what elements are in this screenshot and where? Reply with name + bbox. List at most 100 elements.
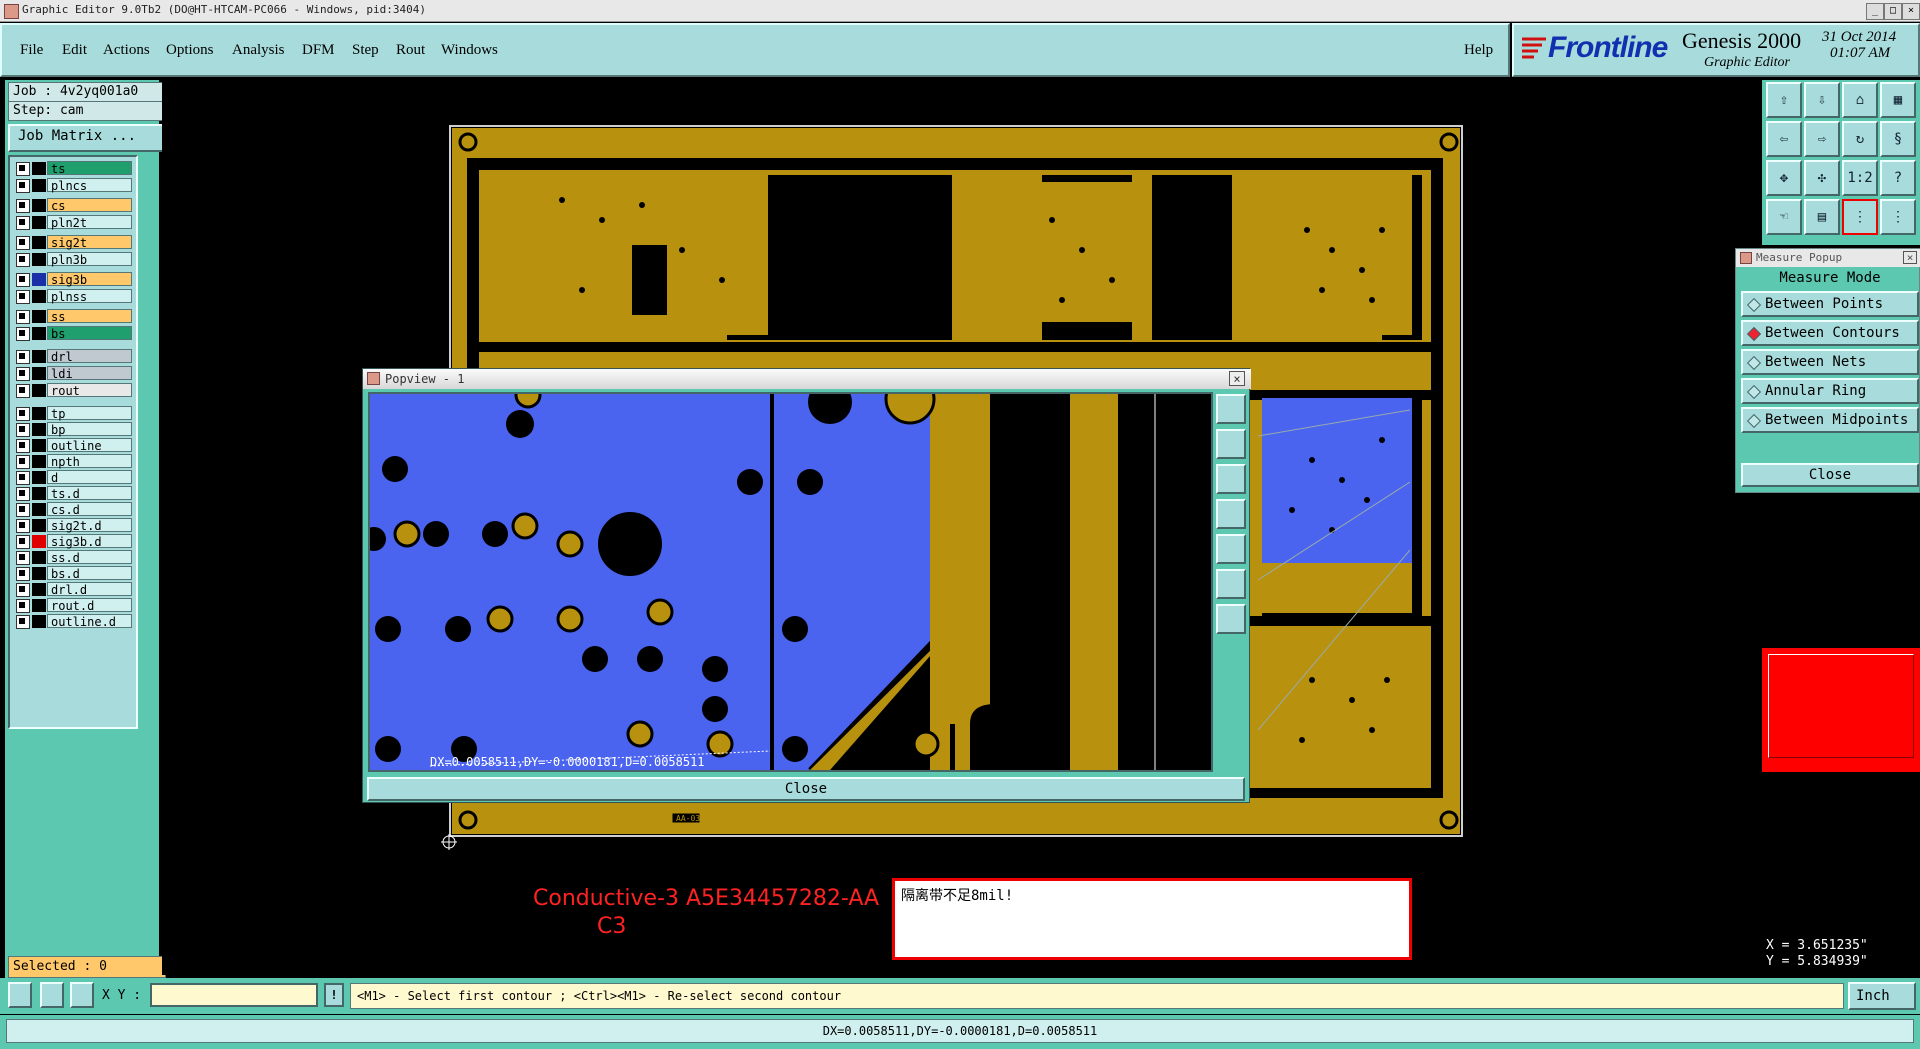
layer-name[interactable]: tp [47, 406, 132, 421]
layer-checkbox[interactable] [16, 236, 30, 250]
menu-edit[interactable]: Edit [62, 42, 87, 59]
minimize-button[interactable]: _ [1866, 3, 1884, 20]
layer-row[interactable]: plnss [14, 289, 132, 304]
layer-checkbox[interactable] [16, 290, 30, 304]
layer-row[interactable]: cs.d [14, 502, 132, 517]
layer-name[interactable]: sig3b [47, 272, 132, 287]
layer-name[interactable]: sig2t.d [47, 518, 132, 533]
menu-actions[interactable]: Actions [103, 42, 150, 59]
menu-windows[interactable]: Windows [441, 42, 498, 59]
xy-input[interactable] [150, 983, 318, 1007]
layer-checkbox[interactable] [16, 487, 30, 501]
popview-zoom-drawing[interactable]: DX=0.0058511,DY=-0.0000181,D=0.0058511 [362, 373, 1211, 772]
layer-checkbox[interactable] [16, 253, 30, 267]
window-close-button[interactable]: × [1902, 3, 1920, 20]
layer-checkbox[interactable] [16, 583, 30, 597]
layer-checkbox[interactable] [16, 162, 30, 176]
layer-checkbox[interactable] [16, 551, 30, 565]
layer-name[interactable]: bs [47, 326, 132, 341]
layer-name[interactable]: plnss [47, 289, 132, 304]
layer-checkbox[interactable] [16, 407, 30, 421]
measure-option[interactable]: Between Midpoints [1741, 407, 1919, 433]
layer-checkbox[interactable] [16, 535, 30, 549]
layer-name[interactable]: ss.d [47, 550, 132, 565]
layer-row[interactable]: sig3b [14, 272, 132, 287]
layer-name[interactable]: npth [47, 454, 132, 469]
layer-name[interactable]: ts.d [47, 486, 132, 501]
layer-row[interactable]: ldi [14, 366, 132, 381]
layer-checkbox[interactable] [16, 384, 30, 398]
layer-row[interactable]: ts.d [14, 486, 132, 501]
layer-name[interactable]: bs.d [47, 566, 132, 581]
layer-row[interactable]: drl [14, 349, 132, 364]
layer-row[interactable]: rout [14, 383, 132, 398]
layer-checkbox[interactable] [16, 519, 30, 533]
zoom-center-icon[interactable]: ✣ [1804, 160, 1840, 196]
layer-checkbox[interactable] [16, 439, 30, 453]
measure-option[interactable]: Between Contours [1741, 320, 1919, 346]
popview-center-icon[interactable] [1216, 604, 1246, 634]
menu-step[interactable]: Step [352, 42, 379, 59]
layer-name[interactable]: ldi [47, 366, 132, 381]
layer-row[interactable]: sig3b.d [14, 534, 132, 549]
layer-row[interactable]: sig2t [14, 235, 132, 250]
layer-row[interactable]: npth [14, 454, 132, 469]
menu-options[interactable]: Options [166, 42, 214, 59]
layer-name[interactable]: drl [47, 349, 132, 364]
layer-checkbox[interactable] [16, 327, 30, 341]
layer-row[interactable]: sig2t.d [14, 518, 132, 533]
layer-row[interactable]: outline [14, 438, 132, 453]
popview-zoom-in-icon[interactable] [1216, 394, 1246, 424]
layer-checkbox[interactable] [16, 216, 30, 230]
home-icon[interactable]: ⌂ [1842, 82, 1878, 118]
units-dropdown[interactable]: Inch [1848, 982, 1916, 1010]
select-mode-icon[interactable] [8, 982, 32, 1008]
menu-help[interactable]: Help [1464, 42, 1493, 59]
layer-row[interactable]: bp [14, 422, 132, 437]
layer-row[interactable]: ss.d [14, 550, 132, 565]
measure-option[interactable]: Between Points [1741, 291, 1919, 317]
zoom-home-icon[interactable]: ⇧ [1766, 82, 1802, 118]
layer-row[interactable]: bs.d [14, 566, 132, 581]
measure-close-button[interactable]: Close [1741, 463, 1919, 487]
layer-checkbox[interactable] [16, 567, 30, 581]
layer-checkbox[interactable] [16, 615, 30, 629]
measure-option[interactable]: Annular Ring [1741, 378, 1919, 404]
maximize-button[interactable]: □ [1884, 3, 1902, 20]
job-matrix-button[interactable]: Job Matrix ... [8, 124, 170, 152]
help-icon[interactable]: ? [1880, 160, 1916, 196]
popview-left-icon[interactable] [1216, 499, 1246, 529]
layer-checkbox[interactable] [16, 310, 30, 324]
layer-checkbox[interactable] [16, 423, 30, 437]
scale-icon[interactable]: 1:2 [1842, 160, 1878, 196]
layer-name[interactable]: rout [47, 383, 132, 398]
pan-down-icon[interactable]: ⇩ [1804, 82, 1840, 118]
menu-file[interactable]: File [20, 42, 43, 59]
menu-analysis[interactable]: Analysis [232, 42, 285, 59]
layer-checkbox[interactable] [16, 599, 30, 613]
layer-stack-icon[interactable]: ⋮ [1842, 199, 1878, 235]
layer-name[interactable]: cs.d [47, 502, 132, 517]
layer-name[interactable]: d [47, 470, 132, 485]
popview-close-icon[interactable]: × [1229, 371, 1245, 386]
layer-name[interactable]: pln2t [47, 215, 132, 230]
layer-row[interactable]: pln2t [14, 215, 132, 230]
popview-down-icon[interactable] [1216, 464, 1246, 494]
redraw-icon[interactable]: ↻ [1842, 121, 1878, 157]
layer-row[interactable]: bs [14, 326, 132, 341]
menu-rout[interactable]: Rout [396, 42, 425, 59]
layer-row[interactable]: rout.d [14, 598, 132, 613]
zoom-fit-icon[interactable]: ✥ [1766, 160, 1802, 196]
popview-close-button[interactable]: Close [367, 777, 1245, 801]
menu-dfm[interactable]: DFM [302, 42, 335, 59]
measure-close-icon[interactable]: × [1903, 251, 1917, 264]
grid-mode-icon[interactable] [70, 982, 94, 1008]
layer-name[interactable]: plncs [47, 178, 132, 193]
layer-name[interactable]: drl.d [47, 582, 132, 597]
layer-name[interactable]: outline [47, 438, 132, 453]
layer-checkbox[interactable] [16, 179, 30, 193]
popview-fit-icon[interactable] [1216, 569, 1246, 599]
pan-left-icon[interactable]: ⇦ [1766, 121, 1802, 157]
layer-checkbox[interactable] [16, 503, 30, 517]
pan-right-icon[interactable]: ⇨ [1804, 121, 1840, 157]
